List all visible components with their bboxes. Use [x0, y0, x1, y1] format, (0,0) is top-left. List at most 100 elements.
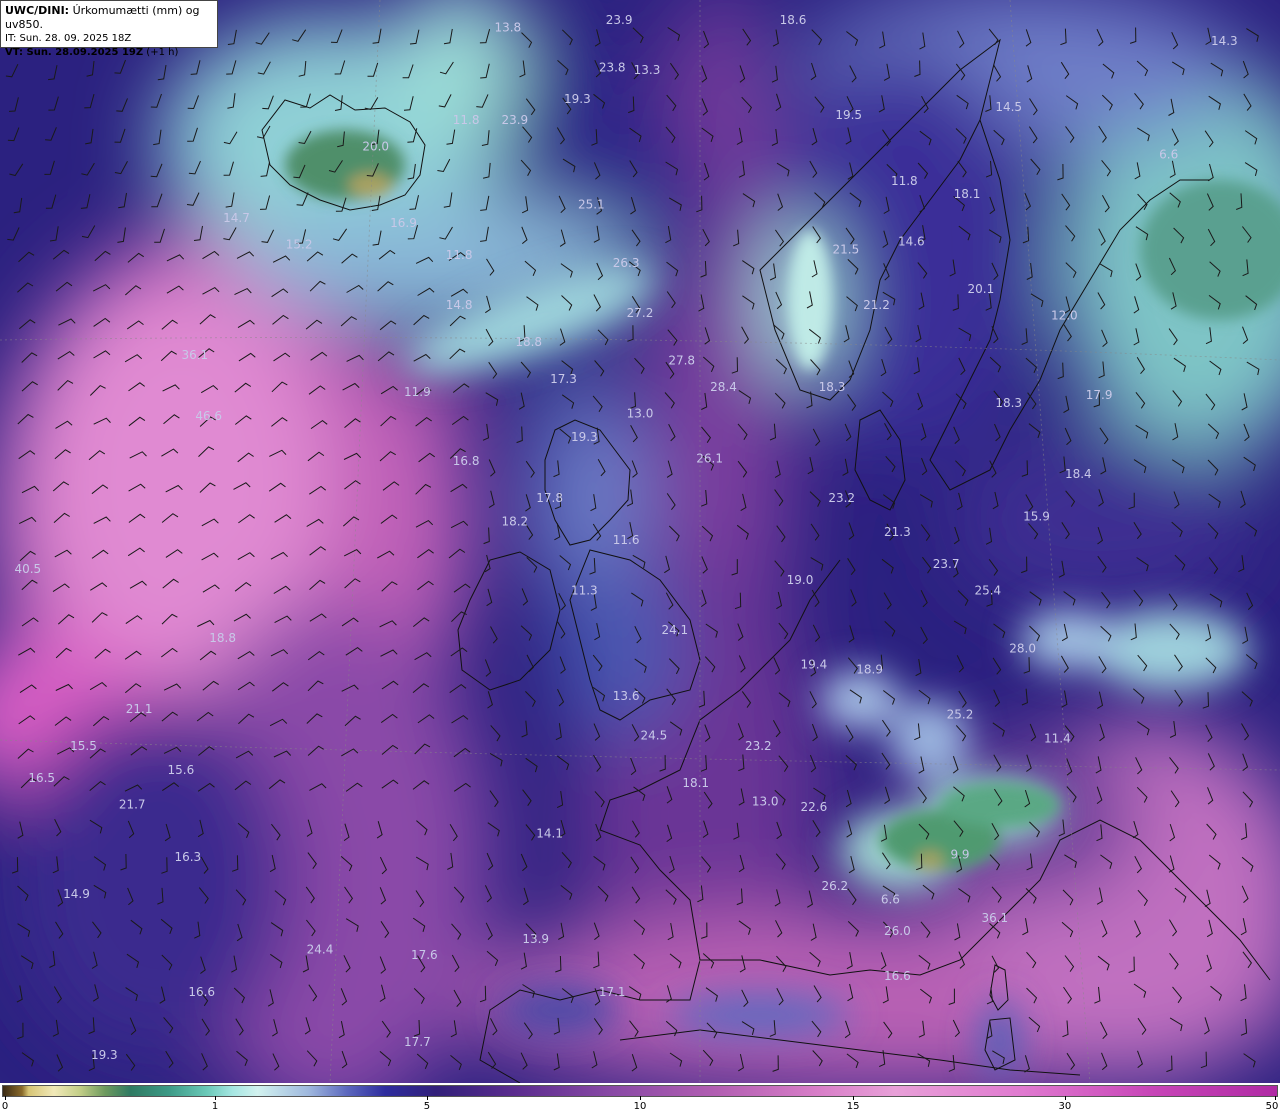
value-label: 40.5	[14, 562, 41, 576]
value-label: 24.1	[661, 623, 688, 637]
value-label: 25.2	[947, 708, 974, 722]
value-label: 21.3	[884, 525, 911, 539]
value-label: 13.8	[494, 21, 521, 35]
value-label: 11.8	[453, 113, 480, 127]
value-label: 25.4	[974, 583, 1001, 597]
value-label: 12.0	[1051, 309, 1078, 323]
value-label: 20.0	[362, 140, 389, 154]
value-label: 26.1	[696, 451, 723, 465]
colorbar-tick-mark	[1064, 1096, 1066, 1100]
header-legend: UWC/DINI: Úrkomumætti (mm) og uv850. IT:…	[0, 0, 218, 58]
colorbar-tick-mark	[4, 1096, 6, 1100]
value-label: 24.4	[307, 943, 334, 957]
value-label: 21.7	[119, 797, 146, 811]
valid-time: VT: Sun. 28.09.2025 19Z (+1 h)	[5, 46, 213, 60]
value-label: 13.0	[752, 795, 779, 809]
value-label: 11.3	[571, 583, 598, 597]
value-label: 15.6	[168, 763, 195, 777]
value-label: 28.4	[710, 380, 737, 394]
value-label: 23.9	[501, 113, 528, 127]
colorbar-tick-mark	[853, 1096, 855, 1100]
value-label: 18.9	[856, 663, 883, 677]
value-label: 46.6	[195, 409, 222, 423]
colorbar-tick-label: 30	[1058, 1101, 1072, 1112]
value-label: 11.6	[613, 533, 640, 547]
value-label: 14.8	[446, 298, 473, 312]
value-label: 11.8	[446, 248, 473, 262]
value-label: 26.0	[884, 924, 911, 938]
value-label: 27.8	[668, 354, 695, 368]
value-label: 14.7	[223, 211, 250, 225]
title-bold: UWC/DINI:	[5, 4, 70, 17]
colorbar-tick-mark	[1275, 1096, 1277, 1100]
value-label: 14.5	[995, 100, 1022, 114]
value-label: 16.3	[174, 850, 201, 864]
value-label: 26.2	[821, 879, 848, 893]
value-label: 18.6	[780, 13, 807, 27]
product-title: UWC/DINI: Úrkomumætti (mm) og uv850.	[5, 4, 213, 32]
value-label: 25.1	[578, 198, 605, 212]
value-label: 14.6	[898, 235, 925, 249]
colorbar-tick-mark	[426, 1096, 428, 1100]
value-label: 18.3	[995, 396, 1022, 410]
colorbar: 0 1 5 10 15 30 50	[0, 1083, 1280, 1115]
value-label: 11.8	[891, 174, 918, 188]
value-label: 16.6	[188, 985, 215, 999]
colorbar-tick-label: 1	[211, 1101, 219, 1112]
weather-map-viewer: 13.8 23.9 18.6 14.3 23.8 13.3 19.3 11.8 23.9 20.0…	[0, 0, 1280, 1115]
value-label: 14.1	[536, 826, 563, 840]
value-label: 13.3	[634, 63, 661, 77]
precipitable-water-map: 13.8 23.9 18.6 14.3 23.8 13.3 19.3 11.8 23.9 20.0…	[0, 0, 1280, 1083]
value-label: 23.2	[828, 491, 855, 505]
value-label: 14.9	[63, 887, 90, 901]
value-label: 23.9	[606, 13, 633, 27]
value-label: 13.9	[522, 932, 549, 946]
value-label: 17.9	[1086, 388, 1113, 402]
value-label: 36.1	[181, 348, 208, 362]
value-label: 18.8	[209, 631, 236, 645]
value-label: 13.6	[613, 689, 640, 703]
colorbar-tick-mark	[215, 1096, 217, 1100]
colorbar-tick-label: 15	[846, 1101, 860, 1112]
value-label: 17.7	[404, 1035, 431, 1049]
colorbar-tick-mark	[640, 1096, 641, 1100]
value-label: 24.5	[641, 729, 668, 743]
value-label: 17.3	[550, 372, 577, 386]
value-label: 13.0	[627, 406, 654, 420]
value-label: 18.4	[1065, 467, 1092, 481]
value-label: 6.6	[1159, 148, 1178, 162]
initial-time: IT: Sun. 28. 09. 2025 18Z	[5, 33, 132, 44]
valid-time-offset: (+1 h)	[143, 47, 179, 58]
value-label: 19.5	[835, 108, 862, 122]
valid-time-bold: VT: Sun. 28.09.2025 19Z	[5, 47, 144, 58]
colorbar-tick-label: 50	[1265, 1101, 1279, 1112]
value-label: 26.3	[613, 256, 640, 270]
value-label: 11.9	[404, 385, 431, 399]
value-label: 18.3	[819, 380, 846, 394]
value-label: 18.1	[682, 776, 709, 790]
value-label: 19.0	[787, 573, 814, 587]
value-label: 19.3	[91, 1048, 118, 1062]
value-label: 16.9	[390, 216, 417, 230]
value-label: 19.3	[571, 430, 598, 444]
colorbar-tick-label: 10	[633, 1101, 647, 1112]
value-label: 23.8	[599, 60, 626, 74]
value-label: 20.1	[968, 282, 995, 296]
colorbar-tick-label: 0	[1, 1101, 9, 1112]
value-label: 15.9	[1023, 509, 1050, 523]
value-label: 18.1	[954, 187, 981, 201]
value-label: 9.9	[950, 848, 969, 862]
value-label: 11.4	[1044, 731, 1071, 745]
value-label: 17.6	[411, 948, 438, 962]
value-label: 16.6	[884, 969, 911, 983]
value-label: 16.8	[453, 454, 480, 468]
value-label: 6.6	[881, 892, 900, 906]
colorbar-tick-label: 5	[423, 1101, 431, 1112]
value-label: 15.5	[70, 739, 97, 753]
value-label: 19.3	[564, 92, 591, 106]
value-label: 23.2	[745, 739, 772, 753]
value-label: 27.2	[627, 306, 654, 320]
value-label: 17.1	[599, 985, 626, 999]
value-label: 21.5	[833, 243, 860, 257]
value-label: 18.8	[515, 335, 542, 349]
